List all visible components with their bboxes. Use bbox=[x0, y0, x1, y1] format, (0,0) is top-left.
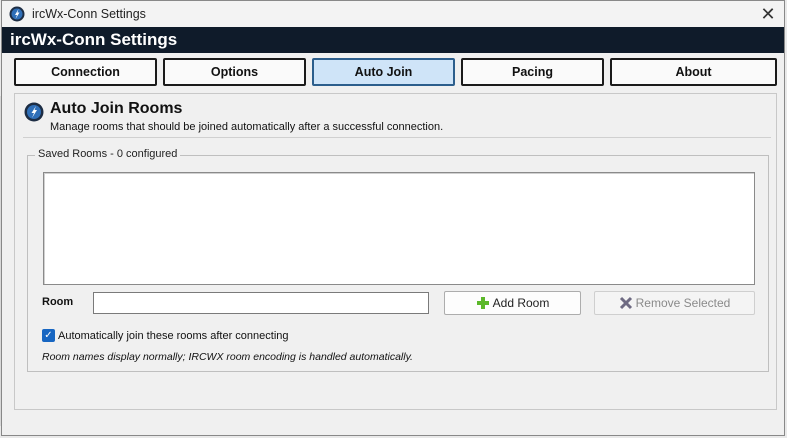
header-band: ircWx-Conn Settings bbox=[2, 27, 784, 53]
app-logo-icon bbox=[9, 6, 25, 22]
plus-icon bbox=[476, 297, 489, 309]
add-room-button[interactable]: Add Room bbox=[444, 291, 581, 315]
tab-options[interactable]: Options bbox=[163, 58, 306, 86]
saved-rooms-list[interactable] bbox=[43, 172, 755, 285]
tab-auto-join[interactable]: Auto Join bbox=[312, 58, 455, 86]
title-bar[interactable]: ircWx-Conn Settings ✕ bbox=[2, 1, 784, 27]
tab-connection[interactable]: Connection bbox=[14, 58, 157, 86]
saved-rooms-legend: Saved Rooms - 0 configured bbox=[35, 148, 181, 160]
tab-bar: Connection Options Auto Join Pacing Abou… bbox=[14, 58, 777, 88]
tab-about[interactable]: About bbox=[610, 58, 777, 86]
room-label: Room bbox=[42, 296, 74, 308]
encoding-note: Room names display normally; IRCWX room … bbox=[42, 351, 413, 363]
window-title: ircWx-Conn Settings bbox=[32, 7, 146, 21]
checkbox-checked-icon[interactable]: ✓ bbox=[42, 329, 55, 342]
app-logo-icon bbox=[24, 102, 44, 122]
header-title: ircWx-Conn Settings bbox=[10, 30, 178, 49]
x-icon bbox=[619, 296, 632, 310]
room-input[interactable] bbox=[93, 292, 429, 314]
divider bbox=[23, 137, 771, 138]
saved-rooms-group: Saved Rooms - 0 configured Room Add Room… bbox=[27, 148, 769, 372]
add-room-label: Add Room bbox=[492, 296, 550, 310]
close-button[interactable]: ✕ bbox=[758, 4, 778, 24]
remove-selected-button[interactable]: Remove Selected bbox=[594, 291, 755, 315]
section-title: Auto Join Rooms bbox=[50, 100, 183, 117]
section-subtitle: Manage rooms that should be joined autom… bbox=[50, 121, 444, 133]
settings-window: ircWx-Conn Settings ✕ ircWx-Conn Setting… bbox=[1, 0, 785, 436]
remove-selected-label: Remove Selected bbox=[635, 296, 731, 310]
auto-join-panel: Auto Join Rooms Manage rooms that should… bbox=[14, 93, 777, 410]
auto-join-checkbox[interactable]: ✓ Automatically join these rooms after c… bbox=[42, 329, 289, 342]
tab-pacing[interactable]: Pacing bbox=[461, 58, 604, 86]
close-icon: ✕ bbox=[760, 4, 776, 24]
auto-join-label: Automatically join these rooms after con… bbox=[58, 329, 289, 342]
